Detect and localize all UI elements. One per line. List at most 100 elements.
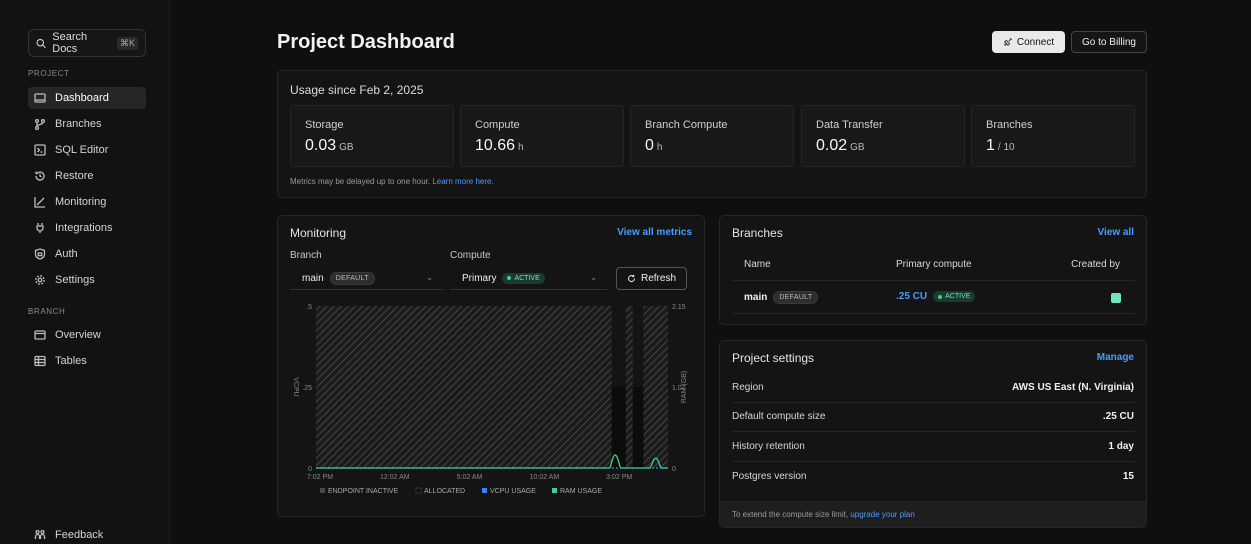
sidebar-item-tables[interactable]: Tables [28,350,146,372]
sidebar-item-label: Auth [55,248,78,260]
learn-more-link[interactable]: Learn more here. [432,177,493,186]
y-left-tick-label: .5 [306,304,312,311]
setting-label-compute-size: Default compute size [732,411,826,422]
sidebar-item-label: Dashboard [55,92,109,104]
column-header-name: Name [744,259,771,270]
metric-label: Data Transfer [816,119,883,131]
page-title: Project Dashboard [277,31,455,53]
terminal-icon [34,144,46,156]
legend-swatch [415,487,422,494]
setting-value-compute-size: .25 CU [1102,411,1134,422]
y-left-tick-label: 0 [308,466,312,473]
y-right-tick-label: 2.15 [672,304,686,311]
feedback-icon [34,529,46,539]
sidebar-item-settings[interactable]: Settings [28,269,146,291]
monitoring-title: Monitoring [290,226,347,240]
metric-label: Branch Compute [645,119,728,131]
project-settings-title: Project settings [732,351,815,365]
legend-swatch [320,488,325,493]
column-header-created-by: Created by [1071,259,1120,270]
avatar [1111,293,1121,303]
refresh-icon [627,274,636,283]
connect-button[interactable]: Connect [992,31,1065,53]
feedback-button[interactable]: Feedback [28,524,146,544]
gear-icon [35,275,45,285]
usage-title: Usage since Feb 2, 2025 [290,83,424,97]
search-docs-label: Search Docs [52,31,88,55]
integrations-icon [36,223,44,233]
upgrade-plan-link[interactable]: upgrade your plan [850,510,915,519]
refresh-button[interactable]: Refresh [616,267,687,290]
endpoint-inactive-band [316,306,612,468]
setting-label-history-retention: History retention [732,441,805,452]
table-row[interactable]: main DEFAULT .25 CU ACTIVE [732,282,1135,312]
manage-link[interactable]: Manage [1097,352,1134,363]
chart-icon [34,197,45,208]
go-to-billing-button[interactable]: Go to Billing [1071,31,1147,53]
metric-compute: Compute 10.66 h [460,105,624,167]
sidebar-item-auth[interactable]: Auth [28,243,146,265]
metric-label: Storage [305,119,344,131]
sidebar-item-branches[interactable]: Branches [28,113,146,135]
x-tick-label: 3:02 PM [606,474,632,481]
x-tick-label: 5:02 AM [457,474,483,481]
sidebar-item-monitoring[interactable]: Monitoring [28,191,146,213]
shield-icon [34,248,46,260]
chevron-down-icon: ⌄ [426,273,433,282]
overview-icon [34,330,46,340]
compute-size-link[interactable]: .25 CU [896,291,927,302]
y-right-axis-label: RAM (GB) [681,371,688,403]
x-tick-label: 10:02 AM [530,474,560,481]
compute-field-label: Compute [450,250,491,261]
metric-value: 10.66 h [475,137,524,154]
metric-storage: Storage 0.03 GB [290,105,454,167]
endpoint-inactive-band [625,306,633,468]
monitoring-card: Monitoring View all metrics Branch Compu… [277,215,705,517]
legend-swatch [552,488,557,493]
branch-icon [34,118,46,130]
default-badge: DEFAULT [329,271,375,285]
connect-label: Connect [1016,36,1055,48]
metric-value: 0.02 GB [816,137,865,154]
metric-value: 1/ 10 [986,137,1015,154]
restore-icon [35,171,45,181]
metric-branch-compute: Branch Compute 0h [630,105,794,167]
metrics-note: Metrics may be delayed up to one hour. L… [290,177,494,186]
sidebar-item-sql-editor[interactable]: SQL Editor [28,139,146,161]
sidebar-item-dashboard[interactable]: Dashboard [28,87,146,109]
column-header-primary-compute: Primary compute [896,259,972,270]
search-shortcut: ⌘K [116,36,138,50]
sidebar-item-integrations[interactable]: Integrations [28,217,146,239]
setting-value-history-retention: 1 day [1108,441,1134,452]
sidebar-item-label: Branches [55,118,102,130]
legend-label: RAM USAGE [560,488,602,495]
search-icon [36,38,46,48]
sidebar-item-overview[interactable]: Overview [28,324,146,346]
sidebar-item-label: Settings [55,274,95,286]
allocated-band [632,387,644,468]
legend-label: ALLOCATED [424,488,465,495]
branch-select[interactable]: main DEFAULT ⌄ [290,267,443,290]
sidebar-item-restore[interactable]: Restore [28,165,146,187]
legend-label: ENDPOINT INACTIVE [328,488,399,495]
metric-branches: Branches 1/ 10 [971,105,1135,167]
sidebar: Search Docs ⌘K PROJECT Dashboard Branche… [0,0,170,544]
view-all-branches-link[interactable]: View all [1097,227,1134,238]
compute-select[interactable]: Primary ACTIVE ⌄ [450,267,607,290]
branch-name[interactable]: main [744,292,767,303]
active-badge: ACTIVE [502,272,545,284]
sidebar-item-label: Overview [55,329,101,341]
metric-value: 0h [645,137,663,154]
view-all-metrics-link[interactable]: View all metrics [617,227,692,238]
feedback-label: Feedback [55,529,104,541]
branches-title: Branches [732,226,783,240]
usage-card: Usage since Feb 2, 2025 Storage 0.03 GB C… [277,70,1147,198]
section-label-branch: BRANCH [28,307,66,316]
setting-value-postgres-version: 15 [1122,471,1134,482]
active-badge: ACTIVE [933,291,976,302]
search-docs-button[interactable]: Search Docs ⌘K [28,29,146,57]
monitoring-chart: .5.2502.151.070VCPU RAM (GB)7:02 PM 12:02 … [292,304,688,495]
metric-value: 0.03 GB [305,137,354,154]
sidebar-item-label: Tables [55,355,87,367]
branches-card: Branches View all Name Primary compute C… [719,215,1147,325]
